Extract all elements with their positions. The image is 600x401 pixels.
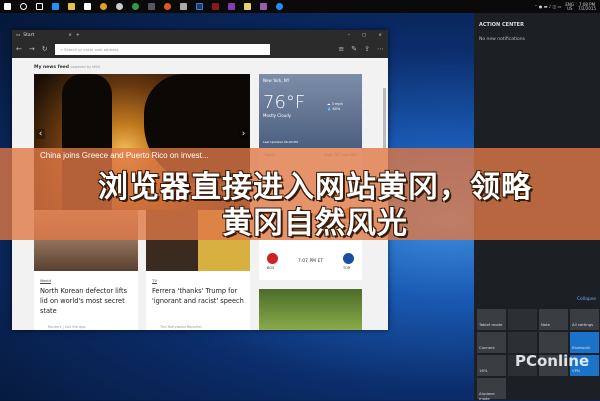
tile-all-settings[interactable]: All settings: [570, 309, 599, 330]
news-headline[interactable]: North Korean defector lifts lid on world…: [40, 286, 132, 316]
photoshop-icon[interactable]: [196, 3, 203, 10]
taskbar: ⌃ ● ▬ ♪ ◫ ▭ ENG US 7:08 PM 7/2/2015: [0, 0, 600, 13]
next-arrow-icon[interactable]: ›: [239, 129, 248, 139]
close-tab-icon[interactable]: ×: [68, 33, 72, 38]
store-icon[interactable]: [84, 3, 91, 10]
tab-icon: ▭: [16, 32, 21, 38]
watermark-logo: PConline: [515, 352, 590, 370]
more-icon[interactable]: ⋯: [377, 45, 384, 53]
app-icon[interactable]: [244, 3, 251, 10]
feed-title: My news feed powered by MSN: [34, 65, 100, 70]
address-bar[interactable]: ⌕ Search or enter web address: [54, 43, 270, 55]
system-tray: ⌃ ● ▬ ♪ ◫ ▭ ENG US 7:08 PM 7/2/2015: [534, 0, 596, 13]
note-icon[interactable]: ✎: [351, 45, 357, 53]
forward-icon[interactable]: →: [29, 45, 35, 53]
share-icon[interactable]: ⇪: [364, 45, 370, 53]
ie-icon[interactable]: [276, 3, 283, 10]
tab-start[interactable]: ▭ Start ×: [16, 33, 72, 38]
search-icon[interactable]: [20, 3, 27, 10]
app-icon[interactable]: [212, 3, 219, 10]
wind: 3 mph: [331, 102, 343, 106]
scrollbar[interactable]: [383, 88, 386, 148]
app-icon[interactable]: [148, 3, 155, 10]
tile[interactable]: [508, 332, 537, 353]
firefox-icon[interactable]: [164, 3, 171, 10]
app-icon[interactable]: [180, 3, 187, 10]
refresh-icon[interactable]: ↻: [42, 45, 48, 53]
tile-connect[interactable]: Connect: [477, 332, 506, 353]
close-button[interactable]: ×: [378, 33, 382, 38]
tile-airplane-mode[interactable]: Airplane mode: [477, 378, 506, 401]
action-center-title: ACTION CENTER: [479, 22, 524, 28]
region: US: [566, 5, 573, 11]
app-icon[interactable]: [132, 3, 139, 10]
new-tab-button[interactable]: +: [76, 33, 80, 38]
news-source: Reuters | Get the app: [48, 325, 86, 329]
overlay-line-2: 黄冈自然风光: [222, 206, 408, 241]
weather-city: New York, NY: [263, 78, 290, 83]
tile-brightness[interactable]: 16%: [477, 355, 506, 376]
game-row[interactable]: BOS 7:07 PM ET TOR: [259, 253, 362, 270]
collapse-link[interactable]: Collapse: [577, 297, 596, 302]
hero-headline[interactable]: China joins Greece and Puerto Rico on in…: [40, 151, 209, 160]
weather-card[interactable]: New York, NY 76°F Mostly Cloudy ☁ 3 mph 💧…: [259, 74, 362, 148]
clock[interactable]: 7:08 PM 7/2/2015: [578, 2, 596, 11]
chrome-icon[interactable]: [100, 3, 107, 10]
start-icon[interactable]: [4, 3, 11, 10]
golf-image[interactable]: [259, 289, 362, 330]
news-headline[interactable]: Ferrera 'thanks' Trump for 'ignorant and…: [152, 286, 244, 306]
tab-title: Start: [23, 32, 35, 38]
tile[interactable]: [539, 332, 568, 353]
task-view-icon[interactable]: [36, 3, 43, 10]
overlay-banner: 浏览器直接进入网站黄冈，领略 黄冈自然风光: [0, 148, 600, 241]
weather-temp: 76°F: [263, 92, 306, 113]
back-icon[interactable]: ←: [16, 45, 22, 53]
app-icon[interactable]: [260, 3, 267, 10]
tile-tablet-mode[interactable]: Tablet mode: [477, 309, 506, 330]
news-source: The Hollywood Reporter: [160, 325, 203, 329]
hub-icon[interactable]: ≡: [338, 45, 344, 53]
humidity: 80%: [332, 107, 341, 111]
tile-bluetooth[interactable]: Bluetooth: [570, 332, 599, 353]
no-notifications: No new notifications: [479, 37, 525, 42]
weather-updated: Last Updated 06:00 PM: [263, 140, 298, 144]
tile-note[interactable]: Note: [539, 309, 568, 330]
app-icon[interactable]: [116, 3, 123, 10]
explorer-icon[interactable]: [68, 3, 75, 10]
prev-arrow-icon[interactable]: ‹: [36, 129, 45, 139]
tray-icons[interactable]: ⌃ ● ▬ ♪ ◫ ▭: [534, 4, 561, 9]
edge-icon[interactable]: [52, 3, 59, 10]
tile[interactable]: [508, 309, 537, 330]
onenote-icon[interactable]: [228, 3, 235, 10]
weather-condition: Mostly Cloudy: [263, 113, 292, 118]
news-category[interactable]: World: [40, 278, 138, 283]
minimize-button[interactable]: –: [348, 33, 350, 38]
news-category[interactable]: TV: [152, 278, 250, 283]
maximize-button[interactable]: ▢: [362, 33, 366, 38]
address-placeholder: Search or enter web address: [63, 46, 119, 52]
